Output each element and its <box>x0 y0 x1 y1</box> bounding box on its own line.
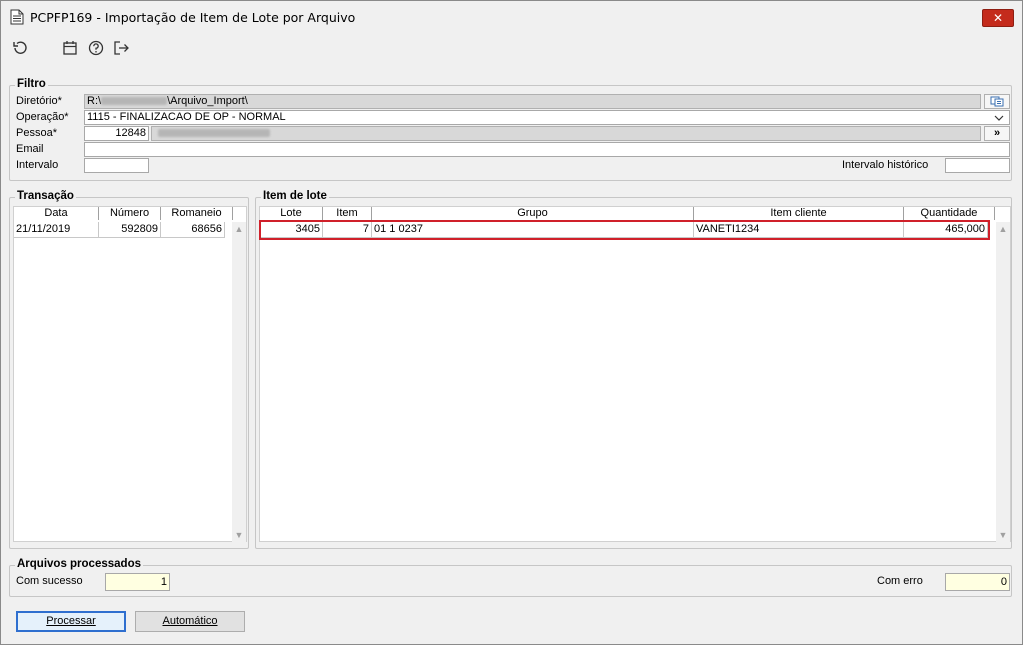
exit-icon[interactable] <box>112 39 130 57</box>
window-title: PCPFP169 - Importação de Item de Lote po… <box>30 10 356 25</box>
document-icon <box>10 9 24 25</box>
row-highlight <box>259 220 990 240</box>
cell-numero[interactable]: 592809 <box>99 222 161 238</box>
operacao-select[interactable]: 1115 - FINALIZACAO DE OP - NORMAL <box>84 110 1010 125</box>
calendar-icon[interactable] <box>61 39 79 57</box>
filtro-title: Filtro <box>15 78 48 90</box>
refresh-icon[interactable] <box>11 39 29 57</box>
intervalo-label: Intervalo <box>16 159 59 171</box>
pessoa-label: Pessoa* <box>16 127 57 139</box>
diretorio-prefix: R:\ <box>87 95 102 107</box>
automatico-button[interactable]: Automático <box>135 611 245 632</box>
pessoa-search-button[interactable]: » <box>984 126 1010 141</box>
item-lote-grid <box>259 206 1011 542</box>
col-grupo[interactable]: Grupo <box>372 207 694 220</box>
operacao-value: 1115 - FINALIZACAO DE OP - NORMAL <box>87 111 286 123</box>
cell-data[interactable]: 21/11/2019 <box>14 222 99 238</box>
close-button[interactable]: ✕ <box>982 9 1014 27</box>
browse-folder-icon <box>990 96 1004 107</box>
scroll-down-icon[interactable]: ▼ <box>232 528 246 542</box>
col-quantidade[interactable]: Quantidade <box>904 207 995 220</box>
pessoa-code-field[interactable]: 12848 <box>84 126 149 141</box>
chevron-down-icon[interactable] <box>994 114 1004 122</box>
col-numero[interactable]: Número <box>99 207 161 220</box>
email-label: Email <box>16 143 44 155</box>
scroll-up-icon[interactable]: ▲ <box>232 222 246 236</box>
diretorio-suffix: \Arquivo_Import\ <box>167 95 248 107</box>
scroll-down-icon[interactable]: ▼ <box>996 528 1010 542</box>
diretorio-label: Diretório* <box>16 95 62 107</box>
col-data[interactable]: Data <box>14 207 99 220</box>
browse-folder-button[interactable] <box>984 94 1010 109</box>
intervalo-historico-label: Intervalo histórico <box>842 159 929 171</box>
col-item-cliente[interactable]: Item cliente <box>694 207 904 220</box>
processar-button[interactable]: Processar <box>16 611 126 632</box>
com-sucesso-label: Com sucesso <box>16 575 83 587</box>
col-lote[interactable]: Lote <box>260 207 323 220</box>
transacao-scrollbar[interactable]: ▲ ▼ <box>232 222 246 542</box>
cell-romaneio[interactable]: 68656 <box>161 222 225 238</box>
app-window: PCPFP169 - Importação de Item de Lote po… <box>0 0 1023 645</box>
toolbar <box>1 31 1022 67</box>
diretorio-field[interactable]: R:\ \Arquivo_Import\ <box>84 94 981 109</box>
transacao-title: Transação <box>15 190 76 202</box>
operacao-label: Operação* <box>16 111 69 123</box>
col-item[interactable]: Item <box>323 207 372 220</box>
help-icon[interactable] <box>87 39 105 57</box>
transacao-grid-header: Data Número Romaneio <box>14 207 234 220</box>
scroll-up-icon[interactable]: ▲ <box>996 222 1010 236</box>
item-lote-grid-header: Lote Item Grupo Item cliente Quantidade <box>260 207 995 220</box>
email-field[interactable] <box>84 142 1010 157</box>
col-romaneio[interactable]: Romaneio <box>161 207 233 220</box>
item-lote-title: Item de lote <box>261 190 329 202</box>
com-erro-label: Com erro <box>877 575 923 587</box>
intervalo-historico-field[interactable] <box>945 158 1010 173</box>
pessoa-name-field <box>151 126 981 141</box>
intervalo-field[interactable] <box>84 158 149 173</box>
arquivos-title: Arquivos processados <box>15 558 143 570</box>
com-erro-field: 0 <box>945 573 1010 591</box>
item-lote-scrollbar[interactable]: ▲ ▼ <box>996 222 1010 542</box>
com-sucesso-field: 1 <box>105 573 170 591</box>
transacao-grid <box>13 206 247 542</box>
title-bar: PCPFP169 - Importação de Item de Lote po… <box>1 1 1022 31</box>
